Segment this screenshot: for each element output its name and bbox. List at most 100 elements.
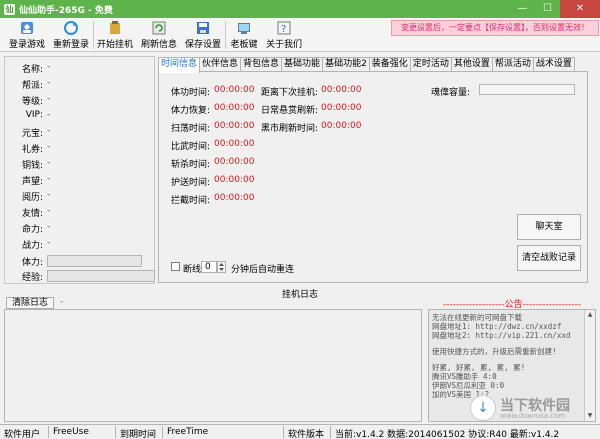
save-warning-banner: 变更设置后，一定要点【保存设置】，否则设置无效！ [391, 20, 599, 36]
stat-value: - [47, 110, 51, 120]
tab-basic-functions[interactable]: 基础功能 [281, 57, 324, 72]
log-section-title: 挂机日志 [281, 290, 318, 300]
stat-row-vip: VIP: - [5, 110, 155, 124]
window-title: 仙仙助手-265G - 免费 [19, 5, 113, 16]
stat-value: - [47, 190, 51, 200]
title-bar: 仙 仙仙助手-265G - 免费 — ☐ ✕ [0, 0, 600, 18]
start-hangup-button[interactable]: 开始挂机 [94, 19, 136, 51]
boss-key-button[interactable]: 老板键 [226, 19, 262, 51]
watermark-url: www.downxia.com [500, 412, 566, 420]
download-arrow-icon: ↓ [470, 395, 496, 421]
time-label: 扫荡时间: [171, 124, 211, 134]
tab-basic-functions-2[interactable]: 基础功能2 [322, 57, 370, 72]
stat-label: 礼券: [21, 145, 43, 155]
stat-row-stamina: 体力: [5, 255, 155, 269]
login-game-label: 登录游戏 [8, 40, 45, 50]
login-game-button[interactable]: 登录游戏 [6, 19, 48, 51]
tab-guild-events[interactable]: 帮派活动 [491, 57, 534, 72]
time-label: 比武时间: [171, 142, 211, 152]
start-hangup-label: 开始挂机 [96, 40, 133, 50]
save-settings-button[interactable]: 保存设置 [182, 19, 224, 51]
reconnect-minutes-input[interactable]: 0 [201, 261, 217, 273]
time-label: 体功时间: [171, 88, 211, 98]
stat-label: VIP: [25, 110, 43, 120]
stat-row-friendship: 友情: - [5, 206, 155, 220]
tab-equipment-enhance[interactable]: 装备强化 [368, 57, 411, 72]
announcement-title: -------------------公告------------------ [442, 300, 582, 310]
stat-row-guild: 帮派: - [5, 78, 155, 92]
time-value: 00:00:00 [214, 193, 255, 203]
watermark: ↓ 当下软件园 www.downxia.com [470, 395, 595, 423]
stat-value: - [47, 174, 51, 184]
status-divider [48, 426, 49, 438]
tab-time-info[interactable]: 时间信息 [158, 57, 201, 73]
user-label: 软件用户 [4, 430, 41, 439]
stamina-bar [47, 255, 142, 267]
save-icon [195, 20, 211, 36]
log-area[interactable] [4, 309, 422, 422]
stat-row-level: 等级: - [5, 94, 155, 108]
time-label: 距离下次挂机: [261, 88, 319, 98]
time-value: 00:00:00 [214, 103, 255, 113]
stat-label: 等级: [21, 97, 43, 107]
stat-label: 经验: [21, 273, 43, 283]
soul-capacity-label: 魂偉容量: [431, 88, 471, 98]
spinner-icon [219, 263, 224, 271]
maximize-button[interactable]: ☐ [535, 0, 560, 18]
stat-row-life: 命力: - [5, 222, 155, 236]
announcement-line: 网盘地址2: http://vip.221.cn/xxd [432, 331, 571, 340]
stat-value: - [47, 238, 51, 248]
time-label: 护送时间: [171, 178, 211, 188]
soul-capacity-field [479, 84, 575, 95]
svg-text:?: ? [281, 24, 286, 35]
tab-timed-events[interactable]: 定时活动 [409, 57, 452, 72]
character-panel: 名称: - 帮派: - 等级: - VIP: - 元宝: - 礼券: - 铜钱: - 声望: -… [4, 56, 155, 284]
time-value: 00:00:00 [214, 85, 255, 95]
stat-row-exp: 经验: [5, 270, 155, 284]
stat-label: 战力: [21, 241, 43, 251]
clear-log-button[interactable]: 清除日志 [6, 297, 54, 309]
relogin-icon [63, 20, 79, 36]
scroll-up-icon[interactable]: ▲ [585, 310, 595, 320]
stat-row-copper: 铜钱: - [5, 158, 155, 172]
boss-key-icon [236, 20, 252, 36]
status-divider [115, 426, 116, 438]
time-label: 体力恢复: [171, 106, 211, 116]
tab-tactics[interactable]: 战术设置 [532, 57, 575, 72]
refresh-info-button[interactable]: 刷新信息 [138, 19, 180, 51]
status-bar: 软件用户 FreeUse 到期时间 FreeTime 软件版本 当前:v1.4.… [0, 424, 600, 439]
time-value: 00:00:00 [214, 139, 255, 149]
chat-room-button[interactable]: 聊天室 [517, 214, 581, 240]
stat-label: 体力: [21, 258, 43, 268]
stat-label: 命力: [21, 225, 43, 235]
app-icon: 仙 [4, 3, 15, 15]
stat-row-coupon: 礼券: - [5, 142, 155, 156]
expire-label: 到期时间 [120, 430, 157, 439]
stat-value: - [47, 222, 51, 232]
version-label: 软件版本 [288, 430, 325, 439]
stat-row-prestige: 声望: - [5, 174, 155, 188]
tabs-area: 时间信息 伙伴信息 背包信息 基础功能 基础功能2 装备强化 定时活动 其他设置… [158, 56, 596, 284]
tab-bag-info[interactable]: 背包信息 [240, 57, 283, 72]
minimize-button[interactable]: — [510, 0, 535, 18]
about-us-button[interactable]: ? 关于我们 [264, 19, 304, 51]
stat-row-experience-pts: 阅历: - [5, 190, 155, 204]
tab-partner-info[interactable]: 伙伴信息 [199, 57, 242, 72]
time-label: 黑市刷新时间: [261, 124, 319, 134]
relogin-button[interactable]: 重新登录 [50, 19, 92, 51]
disconnect-label: 断线 [183, 265, 202, 275]
stat-value: - [47, 126, 51, 136]
tab-other-settings[interactable]: 其他设置 [450, 57, 493, 72]
close-button[interactable]: ✕ [560, 0, 600, 18]
time-value: 00:00:00 [214, 175, 255, 185]
stat-row-yuanbao: 元宝: - [5, 126, 155, 140]
login-icon [19, 20, 35, 36]
stat-row-name: 名称: - [5, 62, 155, 76]
window-controls: — ☐ ✕ [510, 0, 600, 18]
spinner-arrows[interactable] [217, 261, 226, 273]
disconnect-checkbox[interactable] [171, 262, 180, 271]
status-divider [283, 426, 284, 438]
log-dash: - [60, 297, 64, 307]
refresh-icon [151, 20, 167, 36]
clear-battle-log-button[interactable]: 清空战败记录 [517, 245, 581, 271]
